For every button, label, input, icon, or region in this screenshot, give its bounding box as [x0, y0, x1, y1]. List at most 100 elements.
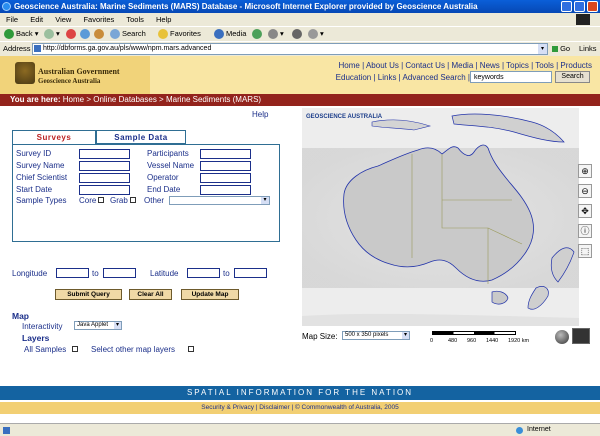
latitude-label: Latitude — [150, 269, 179, 278]
globe-icon[interactable] — [555, 330, 569, 344]
select-layers-link[interactable]: Select other map layers — [91, 345, 175, 354]
map-size-select[interactable]: 500 x 350 pixels ▾ — [342, 331, 410, 340]
chevron-down-icon: ▾ — [402, 332, 409, 339]
menu-view[interactable]: View — [55, 15, 71, 24]
site-search-button[interactable]: Search — [555, 71, 590, 83]
participants-field[interactable] — [200, 149, 251, 159]
media-icon — [214, 29, 224, 40]
breadcrumb-path[interactable]: Home > Online Databases > Marine Sedimen… — [63, 95, 261, 104]
home-button[interactable] — [94, 27, 106, 41]
core-checkbox[interactable] — [98, 197, 104, 203]
media-button[interactable]: Media — [214, 27, 246, 41]
layers-title: Layers — [22, 333, 50, 343]
site-header: Australian Government Geoscience Austral… — [0, 56, 600, 94]
stop-button[interactable] — [66, 27, 78, 41]
zoom-out-icon[interactable]: ⊖ — [578, 184, 592, 198]
secondary-nav[interactable]: Education | Links | Advanced Search | — [336, 73, 470, 82]
menu-help[interactable]: Help — [156, 15, 171, 24]
back-button[interactable]: Back ▾ — [4, 27, 39, 41]
go-button[interactable]: Go — [552, 42, 570, 55]
latitude-from-field[interactable] — [187, 268, 220, 278]
favorites-button[interactable]: Favorites — [158, 27, 201, 41]
forward-button[interactable]: ▾ — [44, 27, 60, 41]
menu-file[interactable]: File — [6, 15, 18, 24]
info-icon[interactable]: ⓘ — [578, 224, 592, 238]
go-arrow-icon — [552, 46, 558, 53]
stop-icon — [66, 29, 76, 40]
address-input[interactable]: http://dbforms.ga.gov.au/pls/www/npm.mar… — [32, 43, 548, 55]
breadcrumb: You are here: Home > Online Databases > … — [0, 94, 600, 106]
menu-bar: File Edit View Favorites Tools Help — [0, 13, 600, 26]
operator-field[interactable] — [200, 173, 251, 183]
grab-label: Grab — [110, 196, 128, 205]
pan-icon[interactable]: ✥ — [578, 204, 592, 218]
window-title: Geoscience Australia: Marine Sediments (… — [14, 2, 478, 11]
other-sample-type-select[interactable]: ▾ — [169, 196, 270, 205]
longitude-to-field[interactable] — [103, 268, 136, 278]
scale-label-1920: 1920 km — [508, 338, 530, 344]
scale-bar — [432, 331, 516, 335]
coat-of-arms-logo — [15, 62, 35, 84]
end-date-label: End Date — [147, 185, 181, 194]
vessel-name-field[interactable] — [200, 161, 251, 171]
menu-tools[interactable]: Tools — [126, 15, 144, 24]
australia-map: GEOSCIENCE AUSTRALIA — [302, 108, 579, 326]
survey-name-field[interactable] — [79, 161, 130, 171]
update-map-button[interactable]: Update Map — [181, 289, 239, 300]
mail-icon — [268, 29, 278, 40]
tab-surveys[interactable]: Surveys — [12, 130, 96, 144]
windows-flag-icon — [576, 14, 590, 25]
primary-nav[interactable]: Home | About Us | Contact Us | Media | N… — [339, 61, 592, 70]
survey-id-label: Survey ID — [16, 149, 52, 158]
print-icon — [292, 29, 302, 40]
address-dropdown-icon[interactable]: ▾ — [538, 44, 547, 54]
all-samples-checkbox[interactable] — [72, 346, 78, 352]
chief-scientist-label: Chief Scientist — [16, 173, 68, 182]
menu-favorites[interactable]: Favorites — [83, 15, 114, 24]
menu-edit[interactable]: Edit — [30, 15, 43, 24]
maximize-button[interactable] — [574, 1, 585, 12]
keyword-search-input[interactable] — [470, 71, 552, 83]
interactivity-select[interactable]: Java Applet ▾ — [74, 321, 122, 330]
clear-all-button[interactable]: Clear All — [129, 289, 172, 300]
media-label: Media — [226, 29, 247, 38]
operator-label: Operator — [147, 173, 179, 182]
map-section-title: Map — [12, 311, 29, 321]
chief-scientist-field[interactable] — [79, 173, 130, 183]
core-label: Core — [79, 196, 97, 205]
survey-id-field[interactable] — [79, 149, 130, 159]
end-date-field[interactable] — [200, 185, 251, 195]
scale-label-1440: 1440 — [486, 338, 499, 344]
select-layers-checkbox[interactable] — [188, 346, 194, 352]
help-link[interactable]: Help — [252, 110, 268, 119]
submit-query-button[interactable]: Submit Query — [55, 289, 122, 300]
longitude-to-label: to — [92, 269, 99, 278]
start-date-field[interactable] — [79, 185, 130, 195]
edit-button[interactable]: ▾ — [308, 27, 324, 41]
history-button[interactable] — [252, 27, 264, 41]
internet-zone-icon — [516, 427, 523, 434]
go-label: Go — [560, 44, 571, 53]
footer-links[interactable]: Security & Privacy | Disclaimer | © Comm… — [0, 402, 600, 414]
map-viewer[interactable]: GEOSCIENCE AUSTRALIA — [302, 108, 579, 326]
close-button[interactable] — [587, 1, 598, 12]
grab-checkbox[interactable] — [130, 197, 136, 203]
favorites-label: Favorites — [170, 29, 201, 38]
latitude-to-field[interactable] — [234, 268, 267, 278]
zoom-in-icon[interactable]: ⊕ — [578, 164, 592, 178]
minimize-button[interactable] — [561, 1, 572, 12]
star-icon — [158, 29, 168, 40]
links-button[interactable]: Links — [579, 42, 597, 55]
scale-label-0: 0 — [430, 338, 434, 344]
tab-sample-data[interactable]: Sample Data — [96, 130, 186, 144]
vessel-name-label: Vessel Name — [147, 161, 195, 170]
header-nav-area: Home | About Us | Contact Us | Media | N… — [150, 56, 600, 94]
print-button[interactable] — [292, 27, 304, 41]
longitude-from-field[interactable] — [56, 268, 89, 278]
search-button[interactable]: Search — [110, 27, 146, 41]
mail-button[interactable]: ▾ — [268, 27, 284, 41]
refresh-button[interactable] — [80, 27, 92, 41]
select-box-icon[interactable]: ⬚ — [578, 244, 592, 258]
participants-label: Participants — [147, 149, 189, 158]
overview-map-icon[interactable] — [572, 328, 590, 344]
